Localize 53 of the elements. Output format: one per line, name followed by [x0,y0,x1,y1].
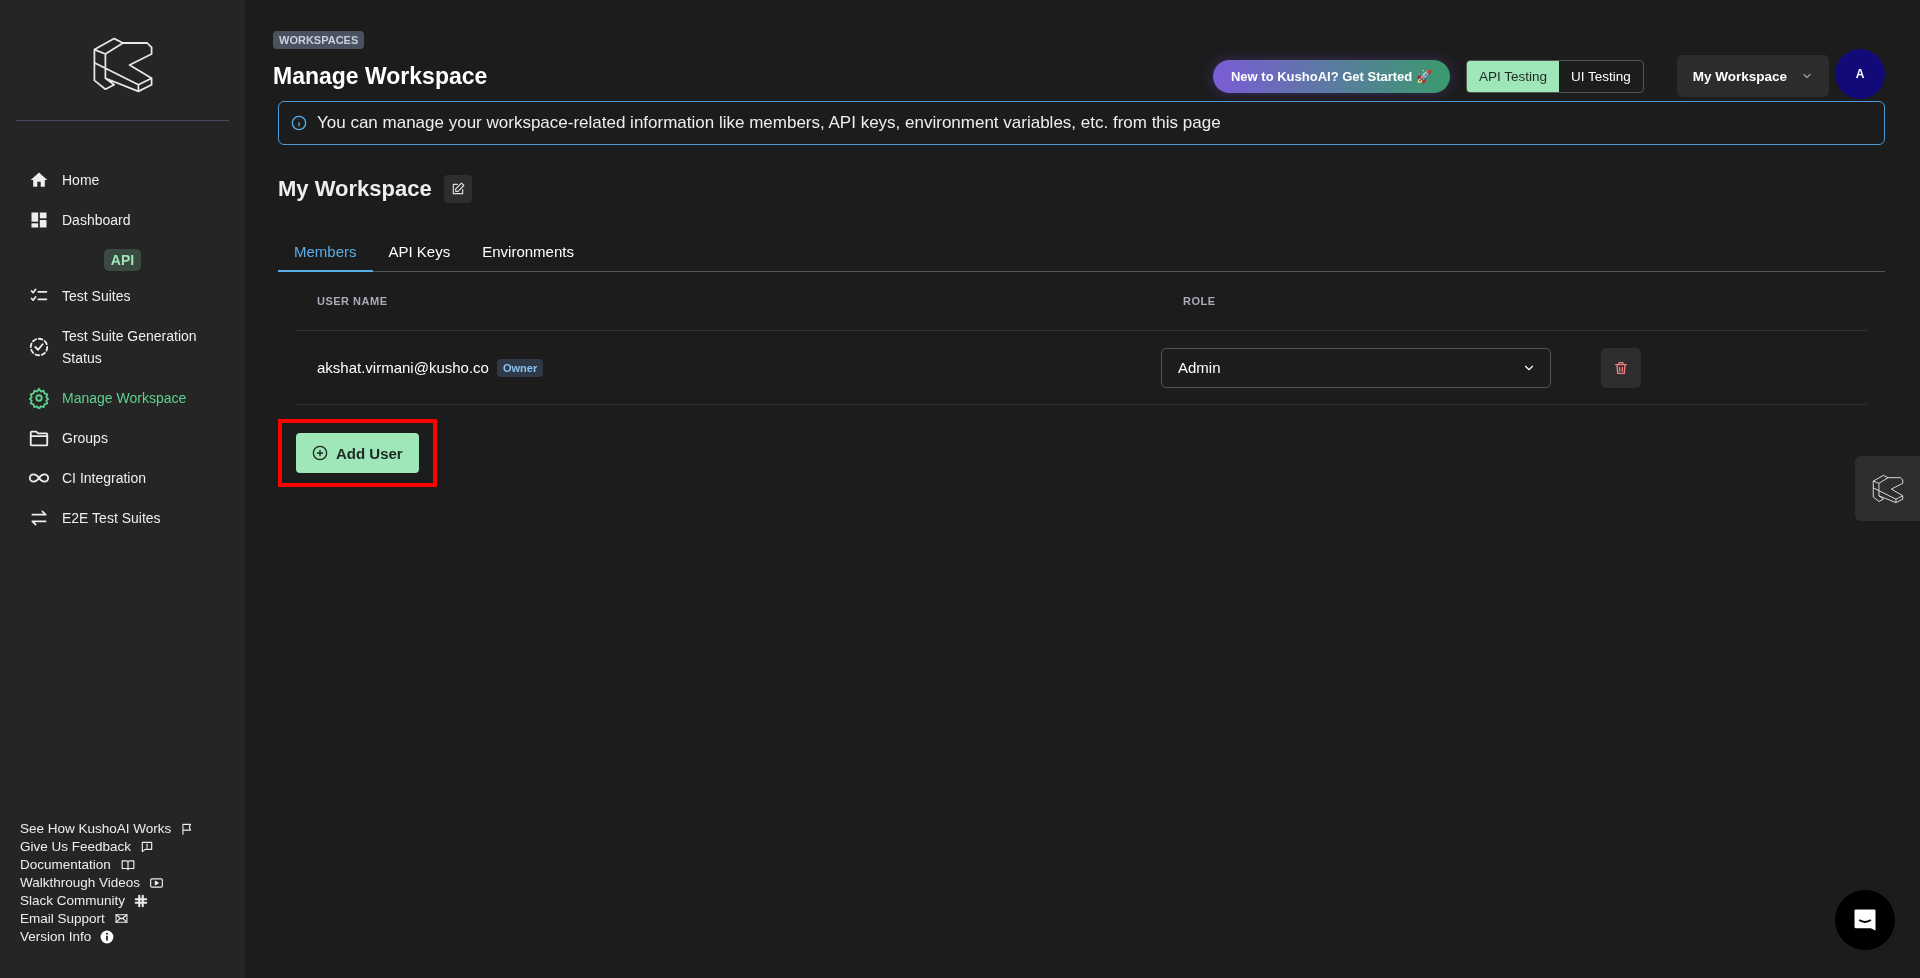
feedback-icon [140,839,155,854]
help-link[interactable]: Give Us Feedback [20,839,132,854]
get-started-button[interactable]: New to KushoAI? Get Started 🚀 [1212,59,1450,93]
info-text: You can manage your workspace-related information like members, API keys, environment variables, etc. from this page [317,113,1221,133]
dashboard-icon [29,210,49,230]
sidebar-item[interactable]: Test Suite Generation Status [28,317,217,377]
delete-button[interactable] [1601,347,1641,388]
section-badge: API [103,249,142,271]
help-link[interactable]: Slack Community [20,893,126,908]
hash-icon [134,893,149,908]
tab[interactable]: Members [278,235,373,272]
page-title: Manage Workspace [273,63,488,90]
column-header: USER NAME [316,295,389,307]
tab[interactable]: Environments [466,235,590,272]
sidebar-item[interactable]: Dashboard [28,201,217,239]
user-email: akshat.virmani@kusho.co [317,359,489,376]
add-user-button[interactable]: Add User [296,433,419,473]
chat-button[interactable] [1835,890,1895,950]
help-link[interactable]: See How KushoAI Works [20,821,172,836]
column-header: ROLE [1182,295,1217,307]
trash-icon [1613,359,1629,376]
sidebar-item[interactable]: Manage Workspace [28,379,217,417]
swap-arrows-icon [29,508,49,528]
help-link[interactable]: Documentation [20,857,111,872]
breadcrumb-badge: WORKSPACES [273,31,365,49]
plus-circle-icon [312,445,328,461]
sidebar-item[interactable]: CI Integration [28,459,217,497]
help-link[interactable]: Walkthrough Videos [20,875,141,890]
info-icon [100,929,115,944]
role-select[interactable]: Admin [1161,347,1551,388]
book-icon [119,857,136,872]
sidebar-item[interactable]: Home [28,161,217,199]
home-icon [29,170,49,190]
sidebar-item[interactable]: Test Suites [28,277,217,315]
envelope-icon [113,912,129,925]
mode-toggle[interactable]: API Testing [1466,60,1559,92]
tab[interactable]: API Keys [372,235,467,272]
help-link[interactable]: Version Info [20,929,92,944]
dashed-check-circle-icon [28,336,50,358]
workspace-name: My Workspace [278,176,432,202]
video-icon [149,875,165,890]
avatar[interactable]: A [1835,49,1885,99]
mode-toggle[interactable]: UI Testing [1558,60,1643,92]
workspace-dropdown[interactable]: My Workspace [1676,55,1829,97]
help-link[interactable]: Email Support [20,911,105,926]
edit-icon [450,182,465,196]
sidebar-item[interactable]: E2E Test Suites [28,499,217,537]
settings-icon [28,387,50,409]
owner-badge: Owner [496,358,544,377]
info-icon [291,115,307,131]
sidebar-item[interactable]: Groups [28,419,217,457]
kusho-widget-button[interactable] [1855,456,1920,521]
edit-button[interactable] [443,175,472,203]
